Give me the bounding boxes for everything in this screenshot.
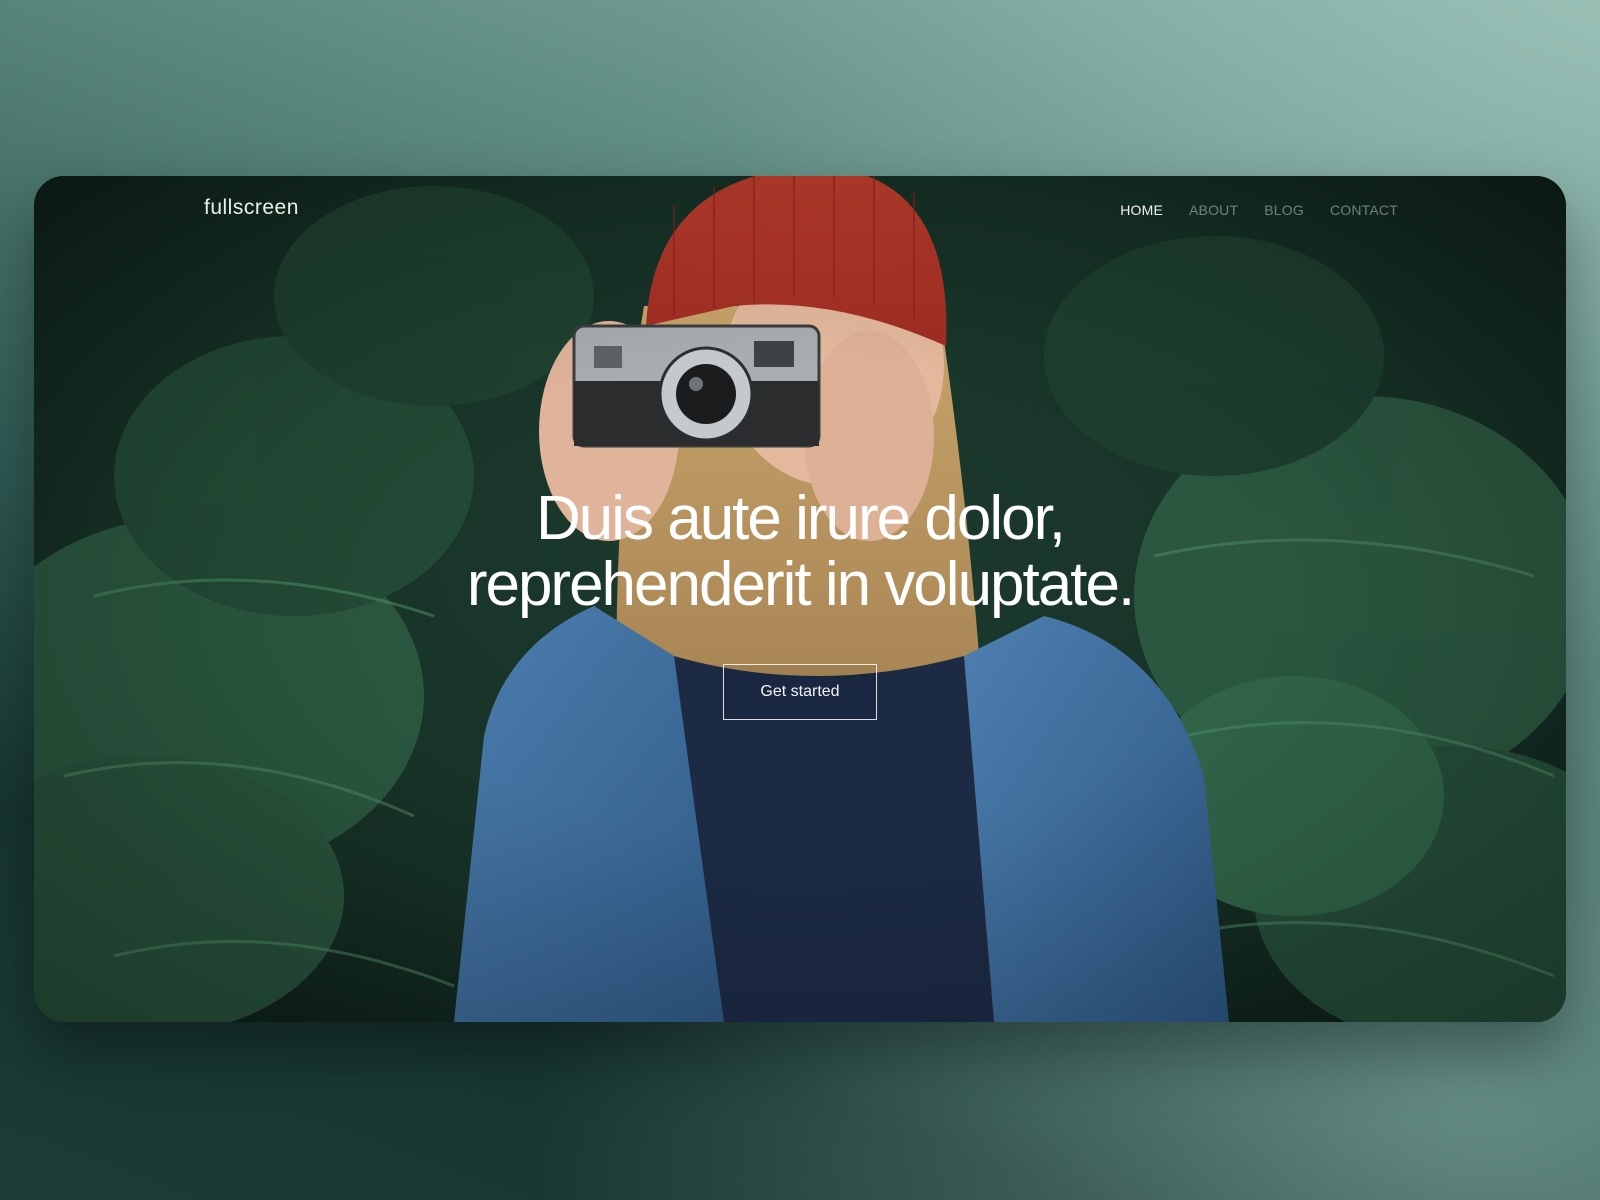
get-started-button[interactable]: Get started: [723, 664, 877, 720]
hero-headline: Duis aute irure dolor, reprehenderit in …: [34, 486, 1566, 618]
hero-headline-line1: Duis aute irure dolor,: [535, 484, 1066, 553]
main-nav: HOME ABOUT BLOG CONTACT: [1120, 202, 1398, 218]
nav-item-about[interactable]: ABOUT: [1189, 202, 1238, 218]
nav-item-blog[interactable]: BLOG: [1264, 202, 1304, 218]
nav-item-contact[interactable]: CONTACT: [1330, 202, 1398, 218]
hero-headline-line2: reprehenderit in voluptate.: [466, 550, 1135, 619]
nav-item-home[interactable]: HOME: [1120, 202, 1163, 218]
hero-section: fullscreen HOME ABOUT BLOG CONTACT Duis …: [34, 176, 1566, 1022]
brand-logo[interactable]: fullscreen: [204, 196, 299, 220]
